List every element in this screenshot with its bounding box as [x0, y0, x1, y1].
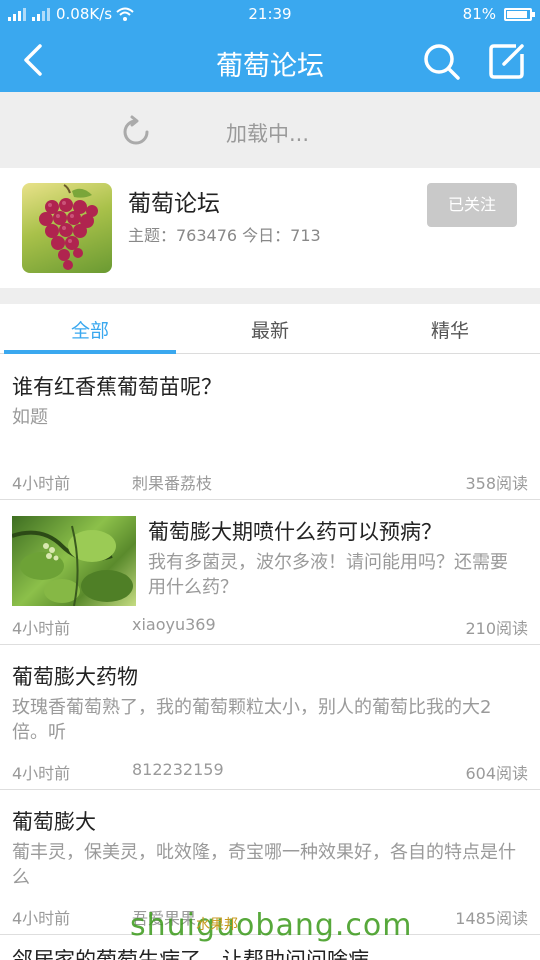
tab-indicator	[4, 350, 176, 354]
post-reads: 1485阅读	[455, 909, 528, 928]
post-title-partial[interactable]: 邻居家的葡萄生病了，让帮助问问啥病	[12, 944, 369, 960]
post-title: 葡萄膨大期喷什么药可以预病？	[148, 520, 442, 544]
post-author: 刺果番荔枝	[132, 474, 213, 493]
status-right: 81%	[462, 5, 535, 23]
battery-percent: 81%	[462, 5, 496, 23]
post-author: xiaoyu369	[132, 615, 216, 634]
pull-loading: 加载中...	[0, 92, 540, 168]
section-divider	[0, 288, 540, 304]
watermark-cn: 水果邦	[196, 917, 238, 933]
tab-bar: 全部 最新 精华	[0, 304, 540, 354]
follow-button[interactable]: 已关注	[427, 183, 517, 227]
refresh-icon	[123, 115, 149, 145]
compose-icon[interactable]	[486, 40, 528, 82]
loading-text: 加载中...	[226, 122, 310, 146]
tab-all[interactable]: 全部	[0, 316, 180, 343]
forum-header: 葡萄论坛 主题：763476 今日：713 已关注	[0, 168, 540, 288]
post-excerpt: 我有多菌灵，波尔多液！请问能用吗？还需要用什么药？	[148, 552, 508, 598]
post-item[interactable]: 葡萄膨大期喷什么药可以预病？ 我有多菌灵，波尔多液！请问能用吗？还需要用什么药？…	[0, 500, 540, 645]
post-excerpt: 葡丰灵，保美灵，吡效隆，奇宝哪一种效果好，各自的特点是什么	[12, 842, 516, 888]
tab-latest[interactable]: 最新	[180, 316, 360, 343]
post-excerpt: 玫瑰香葡萄熟了，我的葡萄颗粒太小，别人的葡萄比我的大2倍。听	[12, 697, 492, 743]
post-thumbnail	[12, 516, 136, 606]
watermark: shuiguobang.com	[130, 908, 413, 943]
post-item[interactable]: 葡萄膨大药物 玫瑰香葡萄熟了，我的葡萄颗粒太小，别人的葡萄比我的大2倍。听 4小…	[0, 645, 540, 790]
post-reads: 358阅读	[465, 474, 528, 493]
forum-stats: 主题：763476 今日：713	[128, 226, 321, 245]
grape-image	[39, 184, 98, 270]
forum-logo	[22, 183, 112, 273]
post-time: 4小时前	[12, 619, 71, 638]
post-excerpt: 如题	[12, 407, 48, 428]
post-time: 4小时前	[12, 474, 71, 493]
post-time: 4小时前	[12, 909, 71, 928]
vine-image	[12, 525, 133, 606]
post-title: 谁有红香蕉葡萄苗呢？	[12, 375, 222, 399]
post-title: 葡萄膨大	[12, 810, 96, 834]
search-icon[interactable]	[420, 40, 462, 82]
post-reads: 210阅读	[465, 619, 528, 638]
post-item[interactable]: 谁有红香蕉葡萄苗呢？ 如题 4小时前 刺果番荔枝 358阅读	[0, 355, 540, 500]
post-title: 葡萄膨大药物	[12, 665, 138, 689]
post-time: 4小时前	[12, 764, 71, 783]
status-time: 21:39	[248, 5, 292, 23]
post-author: 812232159	[132, 760, 224, 779]
status-bar: 0.08K/s 21:39 81%	[0, 0, 540, 28]
forum-name: 葡萄论坛	[128, 191, 220, 217]
nav-bar: 葡萄论坛	[0, 28, 540, 92]
tab-featured[interactable]: 精华	[360, 316, 540, 343]
post-reads: 604阅读	[465, 764, 528, 783]
battery-icon	[504, 7, 535, 21]
